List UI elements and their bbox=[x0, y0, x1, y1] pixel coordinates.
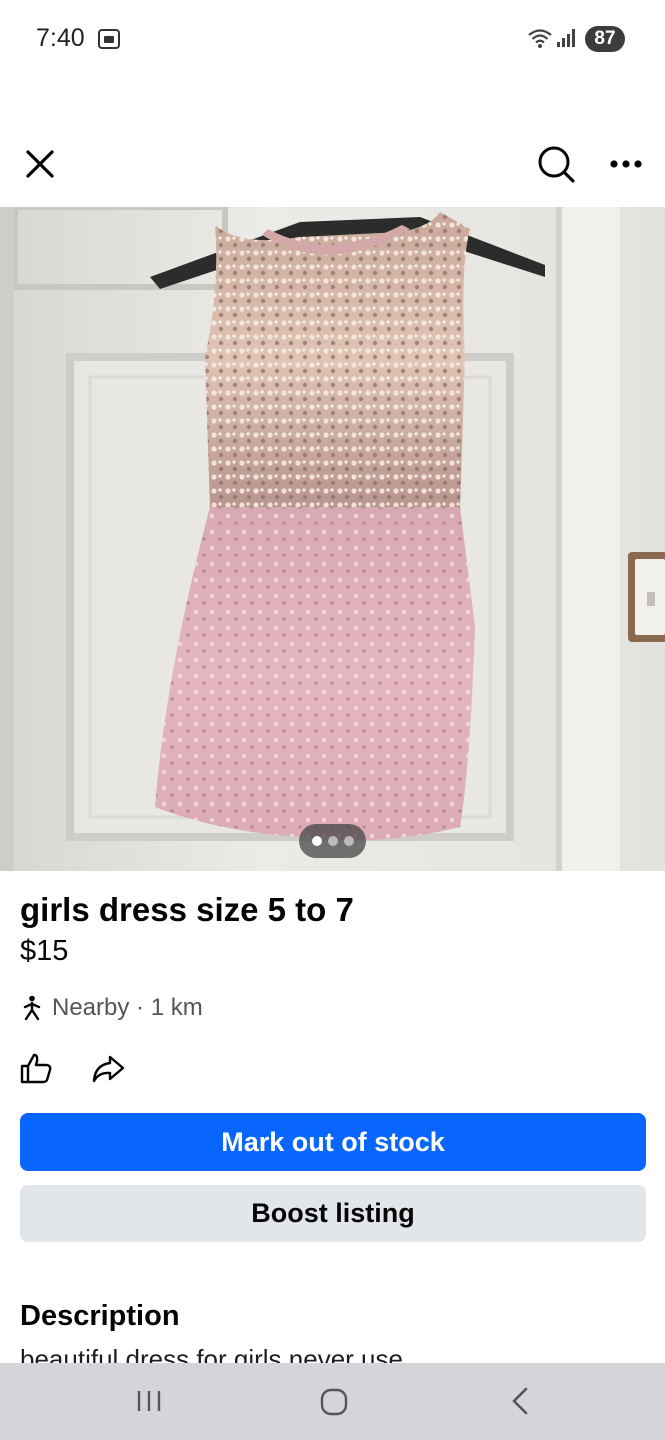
page-dot-2 bbox=[327, 836, 338, 846]
walking-icon bbox=[23, 995, 41, 1021]
close-button[interactable] bbox=[18, 142, 62, 186]
like-icon bbox=[20, 1053, 52, 1084]
boost-listing-button[interactable]: Boost listing bbox=[20, 1185, 646, 1242]
location-text: Nearby · 1 km bbox=[52, 994, 203, 1021]
search-icon bbox=[538, 146, 575, 183]
location-row: Nearby · 1 km bbox=[20, 991, 203, 1025]
wifi-icon bbox=[528, 29, 552, 48]
listing-price: $15 bbox=[20, 935, 69, 967]
search-button[interactable] bbox=[532, 140, 580, 188]
home-icon[interactable] bbox=[319, 1387, 349, 1417]
top-bar bbox=[0, 130, 665, 200]
page-dot-3 bbox=[343, 836, 354, 846]
more-options-button[interactable] bbox=[604, 142, 648, 186]
more-icon bbox=[610, 160, 642, 168]
share-button[interactable] bbox=[90, 1050, 126, 1086]
battery-icon: 87 bbox=[585, 26, 625, 52]
recents-icon[interactable] bbox=[135, 1387, 163, 1415]
listing-title: girls dress size 5 to 7 bbox=[20, 891, 354, 928]
dress-image bbox=[0, 207, 665, 871]
photo-pagination bbox=[299, 824, 366, 858]
signal-icon bbox=[557, 29, 575, 47]
system-nav-bar bbox=[0, 1363, 665, 1440]
listing-photo[interactable] bbox=[0, 207, 665, 871]
description-text: beautiful dress for girls never use bbox=[20, 1344, 403, 1363]
status-time: 7:40 bbox=[36, 24, 85, 52]
action-icons bbox=[18, 1050, 126, 1086]
page-dot-1 bbox=[311, 836, 322, 846]
close-icon bbox=[26, 150, 54, 178]
status-bar: 7:40 87 bbox=[0, 0, 665, 80]
like-button[interactable] bbox=[18, 1050, 54, 1086]
description-heading: Description bbox=[20, 1300, 180, 1332]
screenshot-icon bbox=[98, 29, 120, 49]
share-icon bbox=[92, 1055, 125, 1083]
back-icon[interactable] bbox=[506, 1385, 534, 1417]
mark-out-of-stock-button[interactable]: Mark out of stock bbox=[20, 1113, 646, 1171]
